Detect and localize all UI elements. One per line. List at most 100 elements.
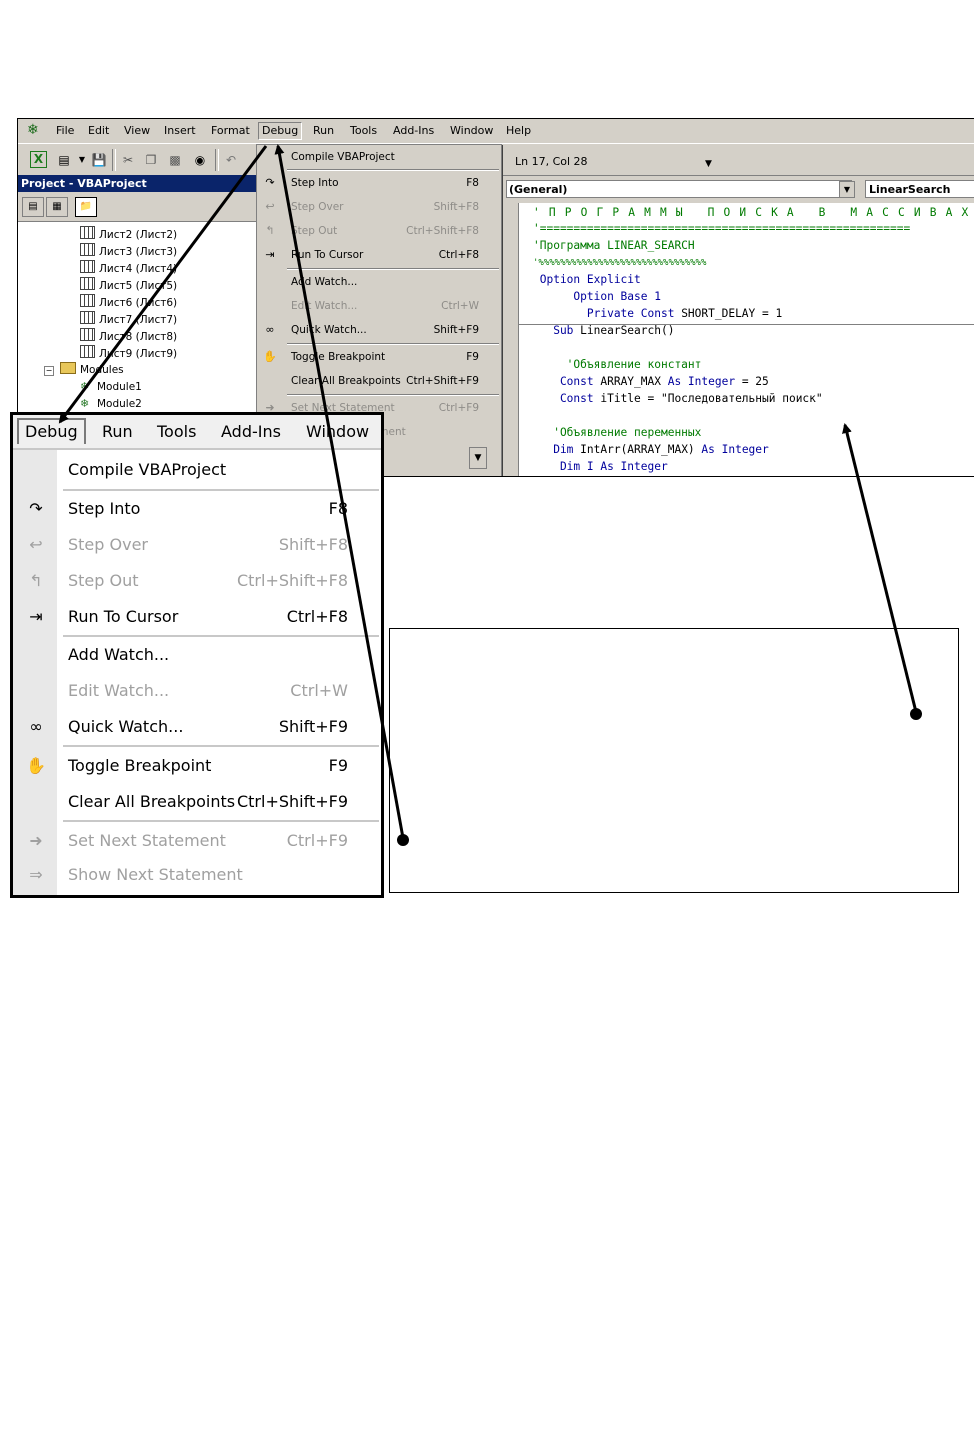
menu-item-step-into[interactable]: ↷ Step Into F8 <box>257 172 501 194</box>
menu-item-step-out[interactable]: ↰ Step Out Ctrl+Shift+F8 <box>257 220 501 242</box>
paste-icon[interactable]: ▩ <box>166 151 184 169</box>
insert-userform-icon[interactable]: ▤ <box>55 151 73 169</box>
menu-item-edit-watch[interactable]: Edit Watch... Ctrl+W <box>13 673 381 709</box>
tree-item-label: Лист3 (Лист3) <box>99 246 178 258</box>
menu-debug[interactable]: Debug <box>258 122 303 140</box>
view-object-icon[interactable]: ▦ <box>46 197 68 217</box>
menu-item-step-over[interactable]: ↩ Step Over Shift+F8 <box>257 196 501 218</box>
enlarged-menu-window[interactable]: Window <box>306 421 369 443</box>
menu-format[interactable]: Format <box>208 123 253 139</box>
menu-file[interactable]: File <box>53 123 77 139</box>
worksheet-icon <box>80 226 95 239</box>
tree-item-module2[interactable]: ❄ Module2 <box>80 396 142 412</box>
enlarged-menu-tools[interactable]: Tools <box>157 421 196 443</box>
menu-item-shortcut: F9 <box>466 351 479 363</box>
tree-item-sheet3[interactable]: Лист3 (Лист3) <box>80 243 177 259</box>
tree-item-sheet6[interactable]: Лист6 (Лист6) <box>80 294 177 310</box>
menu-item-shortcut: Ctrl+Shift+F9 <box>236 792 348 811</box>
menu-item-compile[interactable]: Compile VBAProject <box>13 452 381 488</box>
chevron-down-icon[interactable]: ▼ <box>73 151 91 169</box>
tree-item-sheet9[interactable]: Лист9 (Лист9) <box>80 345 177 361</box>
tree-item-label: Лист5 (Лист5) <box>99 280 178 292</box>
menu-item-clear-breakpoints[interactable]: Clear All Breakpoints Ctrl+Shift+F9 <box>257 370 501 392</box>
tree-item-sheet2[interactable]: Лист2 (Лист2) <box>80 226 177 242</box>
menu-edit[interactable]: Edit <box>85 123 112 139</box>
worksheet-icon <box>80 328 95 341</box>
menu-item-toggle-breakpoint[interactable]: ✋ Toggle Breakpoint F9 <box>13 748 381 784</box>
menu-item-label: Add Watch... <box>291 276 358 288</box>
menu-tools[interactable]: Tools <box>347 123 380 139</box>
menu-item-run-to-cursor[interactable]: ⇥ Run To Cursor Ctrl+F8 <box>13 599 381 635</box>
code-line: Dim IntArr(ARRAY_MAX) As Integer <box>533 443 769 456</box>
menu-item-add-watch[interactable]: Add Watch... <box>13 637 381 673</box>
menu-item-label: Clear All Breakpoints <box>68 792 236 811</box>
toggle-folders-icon[interactable]: 📁 <box>75 197 97 217</box>
menu-insert[interactable]: Insert <box>161 123 199 139</box>
menu-item-quick-watch[interactable]: ∞ Quick Watch... Shift+F9 <box>13 709 381 745</box>
menu-run[interactable]: Run <box>310 123 337 139</box>
enlarged-menu-debug[interactable]: Debug <box>17 418 86 444</box>
menu-item-set-next[interactable]: ➜ Set Next Statement Ctrl+F9 <box>13 823 381 859</box>
collapse-icon[interactable]: − <box>44 366 54 376</box>
menu-item-run-to-cursor[interactable]: ⇥ Run To Cursor Ctrl+F8 <box>257 244 501 266</box>
step-out-icon: ↰ <box>265 224 275 237</box>
menu-window[interactable]: Window <box>447 123 496 139</box>
tree-item-modules-folder[interactable]: − Modules <box>44 362 124 378</box>
tree-item-sheet8[interactable]: Лист8 (Лист8) <box>80 328 177 344</box>
toolbar-options-icon[interactable]: ▼ <box>705 159 712 169</box>
menu-item-toggle-breakpoint[interactable]: ✋ Toggle Breakpoint F9 <box>257 346 501 368</box>
glasses-icon: ∞ <box>265 323 275 336</box>
project-explorer-title: Project - VBAProject <box>18 175 259 192</box>
code-margin-indicator-bar[interactable] <box>504 203 519 476</box>
tree-item-module1[interactable]: ❄ Module1 <box>80 379 142 395</box>
enlarged-menu-run[interactable]: Run <box>102 421 133 443</box>
chevron-down-icon[interactable]: ▼ <box>469 447 487 469</box>
menu-item-step-over[interactable]: ↩ Step Over Shift+F8 <box>13 527 381 563</box>
menu-help[interactable]: Help <box>503 123 534 139</box>
menu-item-shortcut: F8 <box>466 177 479 189</box>
code-editor[interactable]: ' П Р О Г Р А М М Ы П О И С К А В М А С … <box>519 203 974 476</box>
tree-item-label: Modules <box>80 364 124 376</box>
menu-item-show-next[interactable]: ⇒ Show Next Statement <box>13 857 381 893</box>
menu-item-compile[interactable]: Compile VBAProject <box>257 146 501 168</box>
menu-item-step-out[interactable]: ↰ Step Out Ctrl+Shift+F8 <box>13 563 381 599</box>
menu-item-label: Quick Watch... <box>68 717 184 736</box>
menu-item-label: Compile VBAProject <box>291 151 395 163</box>
menu-item-label: Step Over <box>291 201 344 213</box>
menu-item-shortcut: Shift+F9 <box>433 324 479 336</box>
excel-icon[interactable]: X <box>30 151 47 168</box>
menu-item-edit-watch[interactable]: Edit Watch... Ctrl+W <box>257 295 501 317</box>
menu-item-add-watch[interactable]: Add Watch... <box>257 271 501 293</box>
view-code-icon[interactable]: ▤ <box>22 197 44 217</box>
find-icon[interactable]: ◉ <box>191 151 209 169</box>
menu-item-label: Step Out <box>68 571 139 590</box>
run-to-cursor-icon: ⇥ <box>29 607 43 626</box>
tree-item-sheet7[interactable]: Лист7 (Лист7) <box>80 311 177 327</box>
menu-add-ins[interactable]: Add-Ins <box>390 123 437 139</box>
object-combo[interactable]: (General) <box>506 180 852 198</box>
copy-icon[interactable]: ❐ <box>142 151 160 169</box>
save-icon[interactable]: 💾 <box>90 151 108 169</box>
menu-item-shortcut: F8 <box>328 499 348 518</box>
cut-icon[interactable]: ✂ <box>119 151 137 169</box>
procedure-combo[interactable]: LinearSearch <box>865 180 974 198</box>
code-line: 'Объявление констант <box>533 358 702 371</box>
code-line: Option Base 1 <box>533 290 661 303</box>
menu-item-quick-watch[interactable]: ∞ Quick Watch... Shift+F9 <box>257 319 501 341</box>
tree-item-sheet4[interactable]: Лист4 (Лист4) <box>80 260 177 276</box>
tree-item-sheet5[interactable]: Лист5 (Лист5) <box>80 277 177 293</box>
chevron-down-icon[interactable]: ▼ <box>839 181 855 198</box>
undo-icon[interactable]: ↶ <box>222 151 240 169</box>
menu-view[interactable]: View <box>121 123 153 139</box>
menu-item-step-into[interactable]: ↷ Step Into F8 <box>13 491 381 527</box>
menu-item-clear-breakpoints[interactable]: Clear All Breakpoints Ctrl+Shift+F9 <box>13 784 381 820</box>
menu-item-label: Toggle Breakpoint <box>68 756 212 775</box>
tree-item-label: Module1 <box>97 381 142 393</box>
worksheet-icon <box>80 294 95 307</box>
tree-item-label: Module2 <box>97 398 142 410</box>
worksheet-icon <box>80 277 95 290</box>
menu-item-label: Step Out <box>291 225 338 237</box>
tree-item-label: Лист6 (Лист6) <box>99 297 178 309</box>
enlarged-menu-add-ins[interactable]: Add-Ins <box>221 421 281 443</box>
worksheet-icon <box>80 260 95 273</box>
